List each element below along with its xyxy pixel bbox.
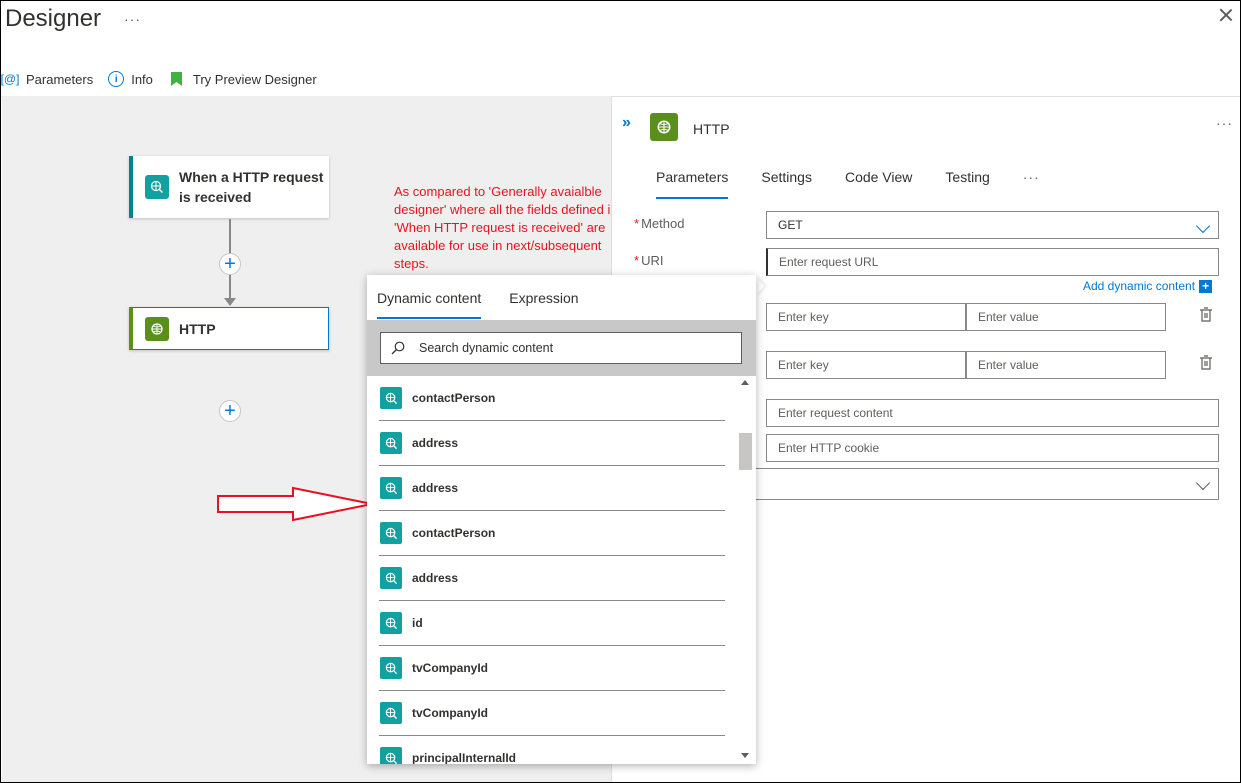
trigger-card[interactable]: When a HTTP request is received <box>129 156 329 218</box>
dynamic-content-list: contactPerson address address contactPer… <box>379 376 725 764</box>
add-dynamic-content-label: Add dynamic content <box>1083 279 1196 293</box>
list-item-label: principalInternalId <box>412 751 517 764</box>
tab-settings[interactable]: Settings <box>761 169 812 199</box>
dynamic-content-flyout: Dynamic content Expression Search dynami… <box>367 275 756 764</box>
http-request-icon <box>380 657 402 679</box>
list-item[interactable]: address <box>379 421 725 466</box>
list-item-label: contactPerson <box>412 391 496 405</box>
list-item-label: tvCompanyId <box>412 661 489 675</box>
chevron-down-icon <box>1195 475 1211 491</box>
list-item[interactable]: tvCompanyId <box>379 691 725 736</box>
tab-expression[interactable]: Expression <box>509 290 578 319</box>
collapse-panel-icon[interactable]: » <box>622 114 631 132</box>
try-preview-label: Try Preview Designer <box>192 71 317 87</box>
http-action-card[interactable]: HTTP <box>129 307 329 350</box>
list-item[interactable]: id <box>379 601 725 646</box>
dynamic-content-search-input[interactable]: Search dynamic content <box>380 332 742 364</box>
queries-key-input[interactable]: Enter key <box>766 351 966 379</box>
list-item-label: address <box>412 571 459 585</box>
cookie-input[interactable]: Enter HTTP cookie <box>766 434 1219 462</box>
add-step-button[interactable]: + <box>219 253 241 275</box>
scroll-up-icon[interactable] <box>741 380 749 385</box>
http-icon <box>145 316 169 341</box>
delete-icon[interactable] <box>1199 307 1213 322</box>
info-icon: i <box>108 71 125 87</box>
tab-parameters[interactable]: Parameters <box>656 169 729 199</box>
http-request-icon <box>380 432 402 454</box>
http-request-icon <box>380 702 402 724</box>
list-item[interactable]: contactPerson <box>379 511 725 556</box>
body-input[interactable]: Enter request content <box>766 399 1219 427</box>
add-dynamic-content-link[interactable]: Add dynamic content + <box>1083 279 1213 293</box>
add-icon: + <box>1199 279 1213 293</box>
add-step-button[interactable]: + <box>219 400 241 422</box>
add-new-parameter-select[interactable] <box>742 468 1219 500</box>
close-icon[interactable] <box>1218 7 1234 23</box>
panel-title[interactable]: HTTP <box>693 121 730 137</box>
list-item[interactable]: address <box>379 466 725 511</box>
method-value: GET <box>778 218 803 232</box>
uri-label: * URI <box>634 253 664 268</box>
parameters-icon: [@] <box>0 72 20 86</box>
search-icon <box>391 341 405 355</box>
list-item-label: address <box>412 436 459 450</box>
dynamic-content-scrollbar[interactable] <box>737 376 754 764</box>
dynamic-content-tabs: Dynamic content Expression <box>377 290 607 319</box>
designer-window: Designer ··· [@] Parameters i Info Try P… <box>0 0 1241 783</box>
list-item[interactable]: address <box>379 556 725 601</box>
method-select[interactable]: GET <box>766 211 1219 239</box>
parameters-button[interactable]: [@] Parameters <box>1 70 93 88</box>
http-card-title: HTTP <box>179 320 216 337</box>
panel-more-icon[interactable]: ··· <box>1216 115 1233 131</box>
toolbar: [@] Parameters i Info Try Preview Design… <box>1 67 332 91</box>
red-arrow-icon <box>217 486 373 522</box>
headers-value-input[interactable]: Enter value <box>966 303 1166 331</box>
connector-line <box>229 219 231 255</box>
try-preview-designer-button[interactable]: Try Preview Designer <box>168 70 317 88</box>
list-item[interactable]: principalInternalId <box>379 736 725 764</box>
http-icon <box>650 113 678 141</box>
tab-testing[interactable]: Testing <box>945 169 989 199</box>
http-request-icon <box>380 747 402 764</box>
page-title: Designer <box>5 5 102 32</box>
tabs-more-icon[interactable]: ··· <box>1023 169 1040 199</box>
method-label: * Method <box>634 216 685 231</box>
bookmark-icon <box>168 70 186 88</box>
tab-code-view[interactable]: Code View <box>845 169 912 199</box>
info-label: Info <box>131 71 153 87</box>
headers-key-input[interactable]: Enter key <box>766 303 966 331</box>
info-button[interactable]: i Info <box>108 71 153 87</box>
parameters-label: Parameters <box>26 71 94 87</box>
trigger-card-title: When a HTTP request is received <box>179 169 324 205</box>
list-item-label: address <box>412 481 459 495</box>
tab-dynamic-content[interactable]: Dynamic content <box>377 290 482 319</box>
list-item-label: id <box>412 616 423 630</box>
panel-tabs: Parameters Settings Code View Testing ··… <box>656 169 1073 199</box>
list-item-label: contactPerson <box>412 526 496 540</box>
list-item[interactable]: tvCompanyId <box>379 646 725 691</box>
http-request-icon <box>380 477 402 499</box>
uri-input[interactable]: Enter request URL <box>766 248 1219 276</box>
http-request-icon <box>380 612 402 634</box>
http-request-icon <box>145 175 169 199</box>
http-request-icon <box>380 387 402 409</box>
title-more-icon[interactable]: ··· <box>124 11 141 27</box>
connector-arrow <box>224 298 236 306</box>
search-band: Search dynamic content <box>367 320 756 376</box>
connector-line <box>229 275 231 300</box>
scroll-down-icon[interactable] <box>741 753 749 758</box>
list-item[interactable]: contactPerson <box>379 376 725 421</box>
annotation-text: As compared to 'Generally avaialble desi… <box>394 184 618 271</box>
http-request-icon <box>380 522 402 544</box>
list-item-label: tvCompanyId <box>412 706 489 720</box>
delete-icon[interactable] <box>1199 355 1213 370</box>
chevron-down-icon <box>1195 218 1211 234</box>
scroll-thumb[interactable] <box>739 433 752 470</box>
queries-value-input[interactable]: Enter value <box>966 351 1166 379</box>
http-request-icon <box>380 567 402 589</box>
search-placeholder: Search dynamic content <box>419 341 554 355</box>
